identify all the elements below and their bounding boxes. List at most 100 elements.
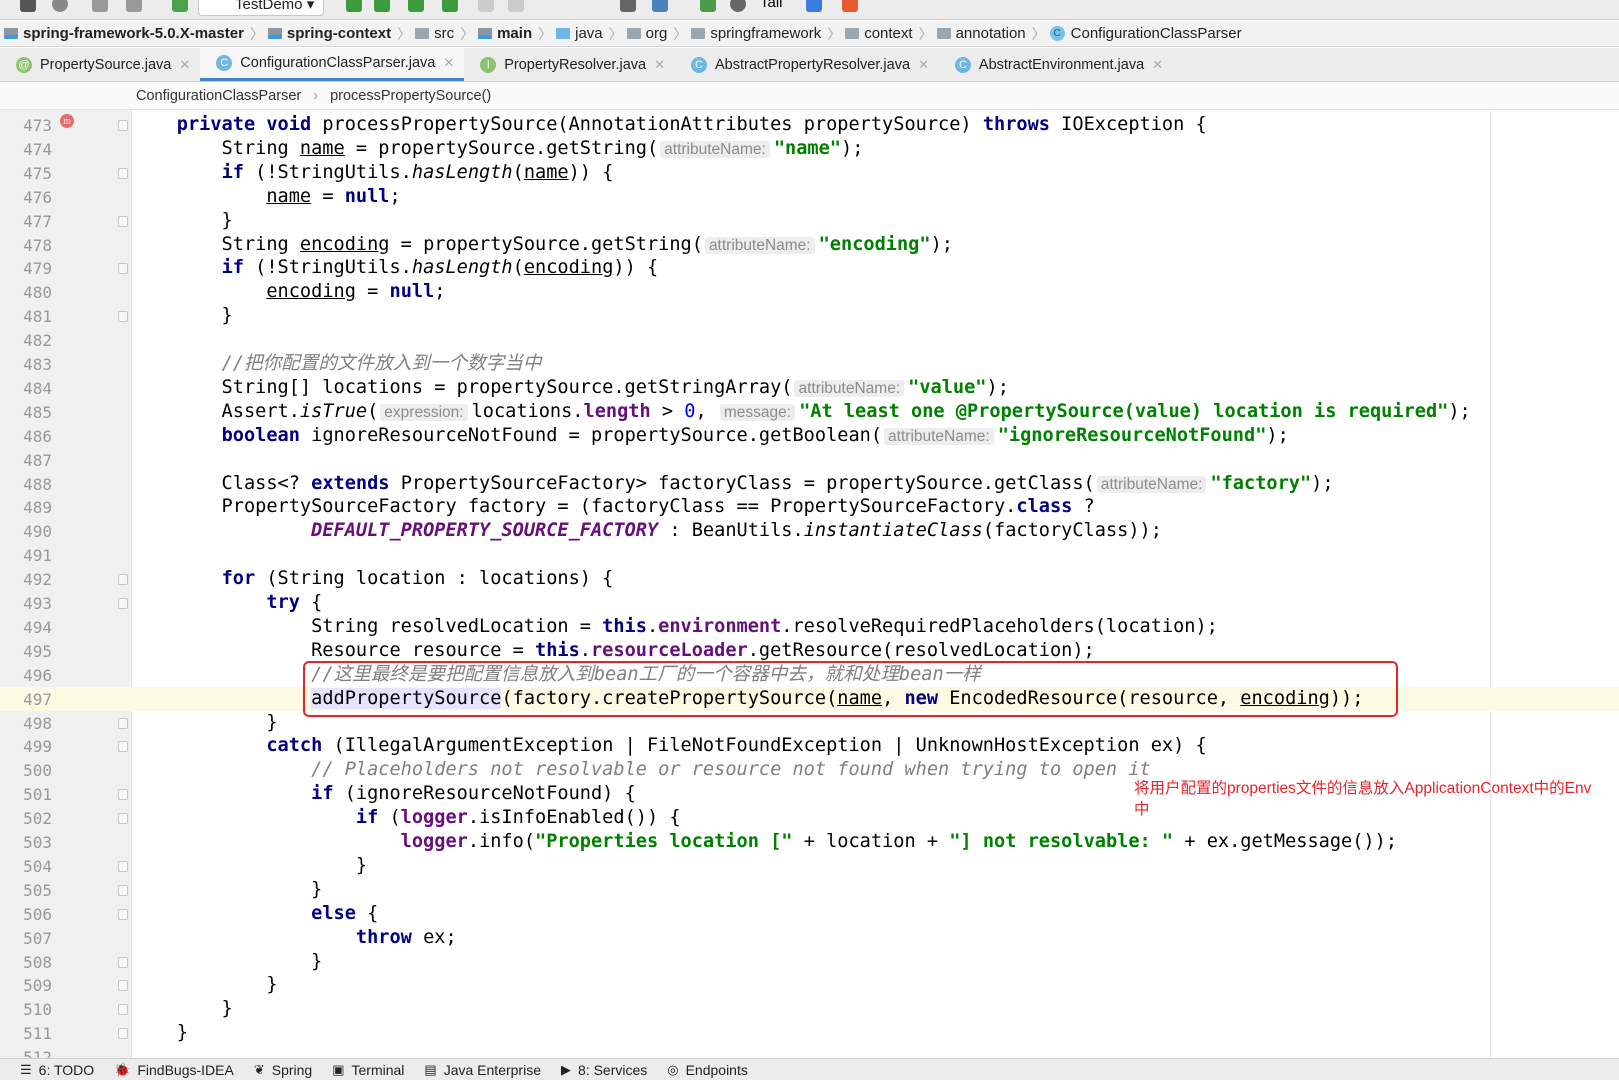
line-number[interactable]: 480 — [0, 283, 52, 302]
stop-icon[interactable] — [508, 0, 524, 12]
tool-todo[interactable]: ☰ 6: TODO — [20, 1062, 94, 1078]
plugin-icon[interactable] — [842, 0, 858, 12]
fold-marker-icon[interactable] — [118, 215, 128, 227]
code-text[interactable]: Class<? extends PropertySourceFactory> f… — [132, 472, 1334, 497]
line-number[interactable]: 487 — [0, 451, 52, 470]
line-number[interactable]: 492 — [0, 570, 52, 589]
fold-marker-icon[interactable] — [118, 980, 128, 992]
tab-propertyresolver[interactable]: I PropertyResolver.java ✕ — [464, 48, 675, 81]
line-number[interactable]: 506 — [0, 905, 52, 924]
line-number[interactable]: 491 — [0, 546, 52, 565]
code-text[interactable]: for (String location : locations) { — [132, 567, 614, 591]
line-number[interactable]: 474 — [0, 140, 52, 159]
fold-marker-icon[interactable] — [118, 574, 128, 586]
line-number[interactable]: 507 — [0, 929, 52, 948]
line-number[interactable]: 473 — [0, 116, 52, 135]
line-number[interactable]: 499 — [0, 737, 52, 756]
navbar-item[interactable]: springframework — [687, 25, 827, 42]
fold-marker-icon[interactable] — [118, 741, 128, 753]
tab-configurationclassparser[interactable]: C ConfigurationClassParser.java ✕ — [200, 48, 465, 81]
search-icon[interactable] — [730, 0, 746, 12]
back-icon[interactable] — [92, 0, 108, 12]
code-text[interactable]: if (!StringUtils.hasLength(name)) { — [132, 161, 614, 185]
line-number[interactable]: 493 — [0, 594, 52, 613]
code-text[interactable]: logger.info("Properties location [" + lo… — [132, 830, 1397, 854]
wrench-icon[interactable] — [620, 0, 636, 12]
line-number[interactable]: 490 — [0, 522, 52, 541]
method-override-marker-icon[interactable]: m — [60, 114, 74, 128]
code-text[interactable]: throw ex; — [132, 926, 457, 950]
line-number[interactable]: 498 — [0, 714, 52, 733]
code-text[interactable]: try { — [132, 591, 322, 615]
code-text[interactable]: String encoding = propertySource.getStri… — [132, 233, 953, 258]
navbar-item[interactable]: C ConfigurationClassParser — [1046, 25, 1248, 42]
line-number[interactable]: 510 — [0, 1000, 52, 1019]
navbar-item[interactable]: main — [474, 25, 538, 42]
code-text[interactable]: // Placeholders not resolvable or resour… — [132, 758, 1151, 782]
line-number[interactable]: 475 — [0, 164, 52, 183]
close-icon[interactable]: ✕ — [654, 57, 665, 73]
tail-button[interactable]: Tail — [760, 0, 783, 11]
code-text[interactable]: } — [132, 997, 233, 1021]
tool-terminal[interactable]: ▣ Terminal — [332, 1062, 404, 1078]
line-number[interactable]: 488 — [0, 475, 52, 494]
code-text[interactable]: Resource resource = this.resourceLoader.… — [132, 639, 1095, 663]
line-number[interactable]: 509 — [0, 976, 52, 995]
close-icon[interactable]: ✕ — [443, 55, 454, 71]
breadcrumb-class[interactable]: ConfigurationClassParser — [136, 88, 301, 104]
code-text[interactable]: if (!StringUtils.hasLength(encoding)) { — [132, 256, 659, 280]
terminal-toolbar-icon[interactable] — [700, 0, 716, 12]
code-text[interactable]: } — [132, 1021, 188, 1045]
code-text[interactable]: encoding = null; — [132, 280, 445, 304]
translate-icon[interactable] — [806, 0, 822, 12]
line-number[interactable]: 496 — [0, 666, 52, 685]
code-text[interactable]: } — [132, 209, 233, 233]
code-text[interactable]: boolean ignoreResourceNotFound = propert… — [132, 424, 1289, 449]
code-text[interactable]: String name = propertySource.getString(a… — [132, 137, 864, 162]
breadcrumb-method[interactable]: processPropertySource() — [330, 88, 491, 104]
save-icon[interactable] — [20, 0, 36, 12]
coverage-icon[interactable] — [408, 0, 424, 12]
navbar-item[interactable]: spring-framework-5.0.X-master — [0, 25, 250, 42]
code-text[interactable]: } — [132, 854, 367, 878]
code-text[interactable]: else { — [132, 902, 378, 926]
line-number[interactable]: 483 — [0, 355, 52, 374]
line-number[interactable]: 505 — [0, 881, 52, 900]
resume-icon[interactable] — [478, 0, 494, 12]
line-number[interactable]: 512 — [0, 1048, 52, 1058]
code-text[interactable]: } — [132, 304, 233, 328]
line-number[interactable]: 511 — [0, 1024, 52, 1043]
line-number[interactable]: 501 — [0, 785, 52, 804]
code-text[interactable]: name = null; — [132, 185, 400, 209]
line-number[interactable]: 495 — [0, 642, 52, 661]
line-number[interactable]: 485 — [0, 403, 52, 422]
line-number[interactable]: 508 — [0, 953, 52, 972]
code-text[interactable]: String resolvedLocation = this.environme… — [132, 615, 1218, 639]
code-text[interactable]: //把你配置的文件放入到一个数字当中 — [132, 352, 542, 376]
project-structure-icon[interactable] — [652, 0, 668, 12]
close-icon[interactable]: ✕ — [918, 57, 929, 73]
line-number[interactable]: 500 — [0, 761, 52, 780]
code-text[interactable]: } — [132, 973, 277, 997]
code-text[interactable]: DEFAULT_PROPERTY_SOURCE_FACTORY : BeanUt… — [132, 519, 1162, 543]
tool-spring[interactable]: ❦ Spring — [254, 1062, 312, 1078]
fold-marker-icon[interactable] — [118, 598, 128, 609]
fold-marker-icon[interactable] — [118, 789, 128, 801]
close-icon[interactable]: ✕ — [1152, 57, 1163, 73]
line-number[interactable]: 502 — [0, 809, 52, 828]
navbar-item[interactable]: java — [552, 25, 609, 42]
line-number[interactable]: 481 — [0, 307, 52, 326]
debug-icon[interactable] — [374, 0, 390, 12]
fold-marker-icon[interactable] — [118, 717, 128, 729]
code-text[interactable]: if (logger.isInfoEnabled()) { — [132, 806, 681, 830]
profile-icon[interactable] — [442, 0, 458, 12]
sync-icon[interactable] — [52, 0, 68, 12]
code-text[interactable]: Assert.isTrue(expression: locations.lengt… — [132, 400, 1471, 425]
fold-marker-icon[interactable] — [118, 311, 128, 323]
line-number[interactable]: 479 — [0, 259, 52, 278]
fold-marker-icon[interactable] — [118, 1028, 128, 1040]
fold-marker-icon[interactable] — [118, 120, 128, 131]
forward-icon[interactable] — [126, 0, 142, 12]
fold-marker-icon[interactable] — [118, 884, 128, 896]
tab-abstractpropertyresolver[interactable]: C AbstractPropertyResolver.java ✕ — [675, 48, 939, 81]
